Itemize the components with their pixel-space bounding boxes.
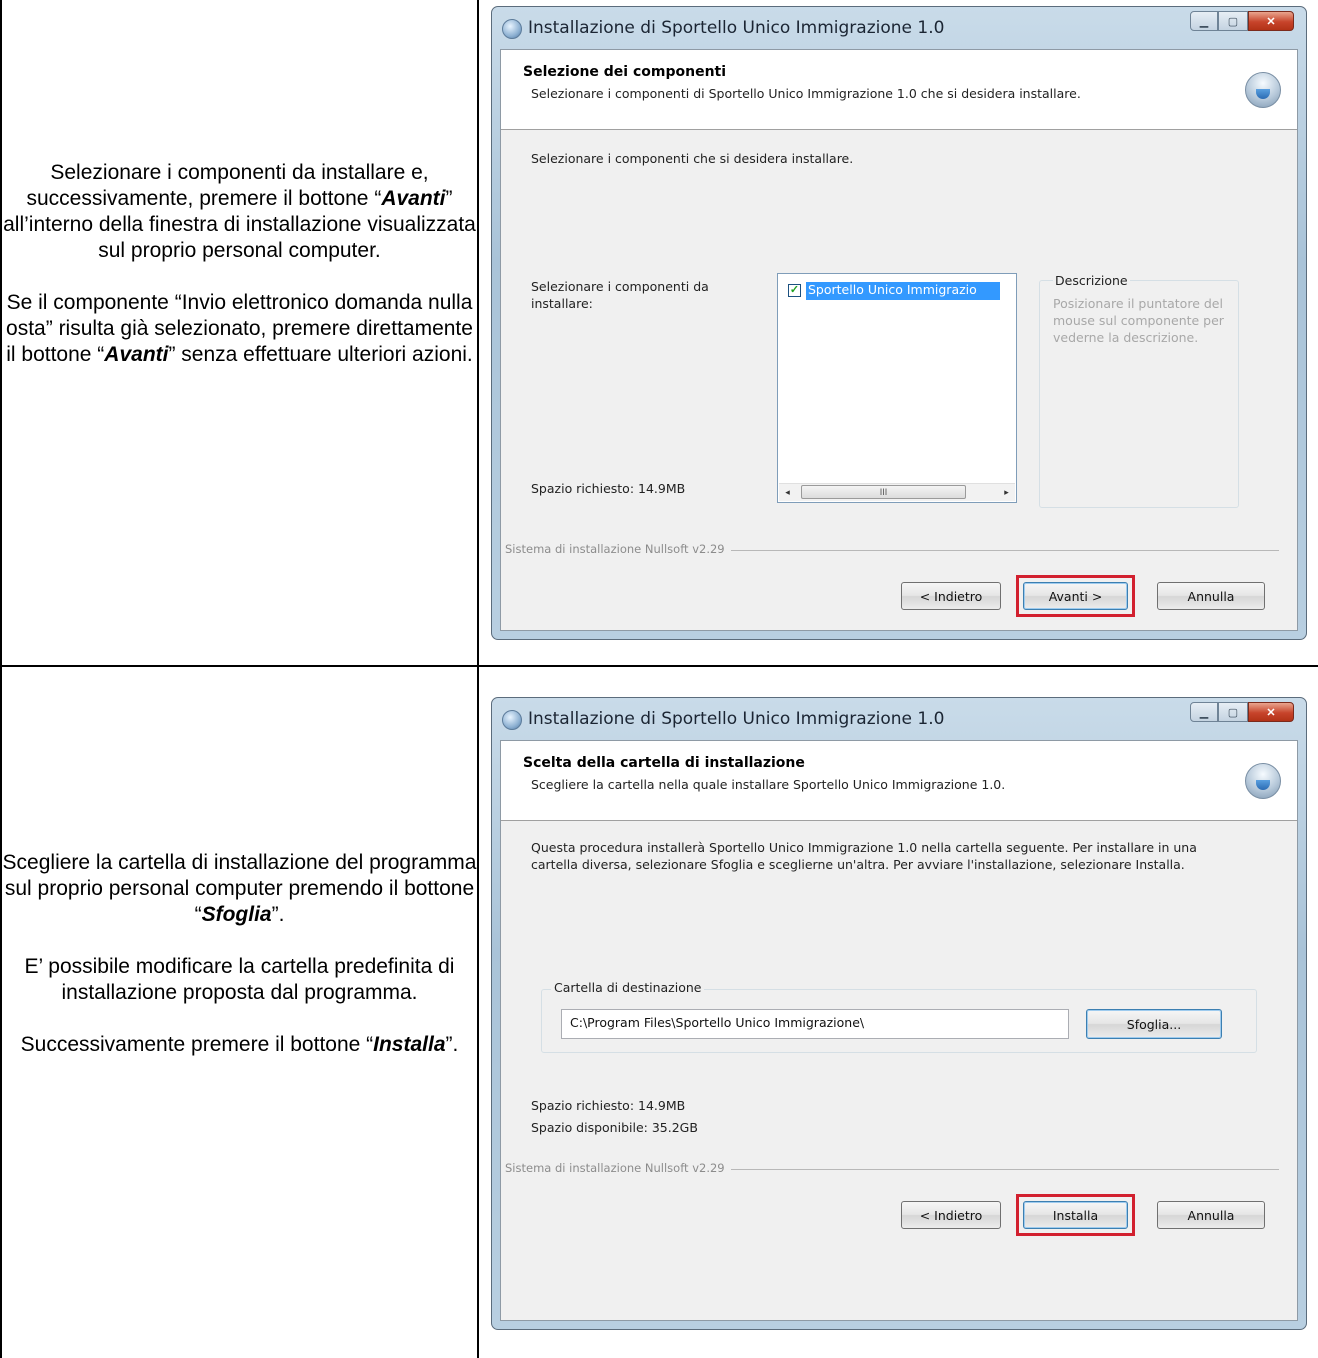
cancel-button[interactable]: Annulla — [1157, 1201, 1265, 1229]
horizontal-scrollbar[interactable]: ◂ III ▸ — [779, 483, 1015, 501]
destination-path-input[interactable]: C:\Program Files\Sportello Unico Immigra… — [561, 1009, 1069, 1039]
minimize-icon[interactable]: ▁ — [1190, 11, 1218, 31]
setup-disc-icon — [1245, 763, 1281, 799]
intro-text: Selezionare i componenti che si desidera… — [531, 151, 854, 166]
installer-window-components: Installazione di Sportello Unico Immigra… — [491, 6, 1307, 640]
scroll-left-arrow-icon[interactable]: ◂ — [779, 484, 796, 501]
table-column-divider — [477, 0, 479, 1358]
scroll-thumb[interactable]: III — [801, 485, 966, 499]
row1-instruction-paragraph-2: Se il componente “Invio elettronico doma… — [6, 291, 473, 366]
title-bar[interactable]: Installazione di Sportello Unico Immigra… — [492, 7, 1306, 49]
minimize-icon[interactable]: ▁ — [1190, 702, 1218, 722]
page-title: Scelta della cartella di installazione — [523, 755, 805, 771]
installer-client-area: Scelta della cartella di installazione S… — [500, 740, 1298, 1321]
installer-client-area: Selezione dei componenti Selezionare i c… — [500, 49, 1298, 631]
maximize-icon[interactable]: ▢ — [1218, 11, 1248, 31]
browse-button[interactable]: Sfoglia... — [1086, 1009, 1222, 1039]
branding-text: Sistema di installazione Nullsoft v2.29 — [505, 1161, 731, 1175]
page-title: Selezione dei componenti — [523, 64, 727, 80]
row2-instruction-paragraph-3: Successivamente premere il bottone “Inst… — [20, 1033, 459, 1056]
maximize-icon[interactable]: ▢ — [1218, 702, 1248, 722]
cancel-button[interactable]: Annulla — [1157, 582, 1265, 610]
page-header: Selezione dei componenti Selezionare i c… — [501, 50, 1297, 130]
title-bar[interactable]: Installazione di Sportello Unico Immigra… — [492, 698, 1306, 740]
page-subtitle: Selezionare i componenti di Sportello Un… — [531, 86, 1081, 101]
row2-instruction-paragraph-1: Scegliere la cartella di installazione d… — [2, 851, 477, 926]
installer-window-folder: Installazione di Sportello Unico Immigra… — [491, 697, 1307, 1330]
next-button-highlight — [1016, 575, 1135, 617]
row2-instructions: Scegliere la cartella di installazione d… — [2, 850, 477, 1058]
back-button[interactable]: < Indietro — [901, 582, 1001, 610]
table-row-divider — [0, 665, 1318, 667]
installer-app-icon — [502, 19, 522, 39]
back-button[interactable]: < Indietro — [901, 1201, 1001, 1229]
scroll-right-arrow-icon[interactable]: ▸ — [998, 484, 1015, 501]
description-text: Posizionare il puntatore del mouse sul c… — [1053, 296, 1224, 345]
close-icon[interactable]: ✕ — [1248, 702, 1294, 722]
close-icon[interactable]: ✕ — [1248, 11, 1294, 31]
space-required: Spazio richiesto: 14.9MB — [531, 481, 686, 496]
window-title: Installazione di Sportello Unico Immigra… — [528, 709, 945, 729]
page-subtitle: Scegliere la cartella nella quale instal… — [531, 777, 1006, 792]
window-title: Installazione di Sportello Unico Immigra… — [528, 18, 945, 38]
description-title: Descrizione — [1053, 272, 1130, 289]
caption-buttons: ▁ ▢ ✕ — [1190, 11, 1294, 31]
intro-text: Questa procedura installerà Sportello Un… — [531, 840, 1197, 872]
component-item[interactable]: Sportello Unico Immigrazio — [806, 282, 1000, 300]
destination-group-label: Cartella di destinazione — [551, 979, 705, 996]
caption-buttons: ▁ ▢ ✕ — [1190, 702, 1294, 722]
checkmark-icon[interactable]: ✓ — [788, 284, 801, 297]
install-button-highlight — [1016, 1194, 1135, 1236]
select-components-label: Selezionare i componenti da installare: — [531, 279, 709, 311]
page-header: Scelta della cartella di installazione S… — [501, 741, 1297, 821]
space-required: Spazio richiesto: 14.9MB — [531, 1098, 686, 1113]
branding-text: Sistema di installazione Nullsoft v2.29 — [505, 542, 731, 556]
components-listbox[interactable]: ✓ Sportello Unico Immigrazio ◂ III ▸ — [777, 273, 1017, 503]
space-available: Spazio disponibile: 35.2GB — [531, 1120, 698, 1135]
row2-instruction-paragraph-2: E’ possibile modificare la cartella pred… — [24, 955, 455, 1004]
row1-instructions: Selezionare i componenti da installare e… — [2, 160, 477, 368]
installer-app-icon — [502, 710, 522, 730]
row1-instruction-paragraph-1: Selezionare i componenti da installare e… — [3, 161, 476, 262]
setup-disc-icon — [1245, 72, 1281, 108]
